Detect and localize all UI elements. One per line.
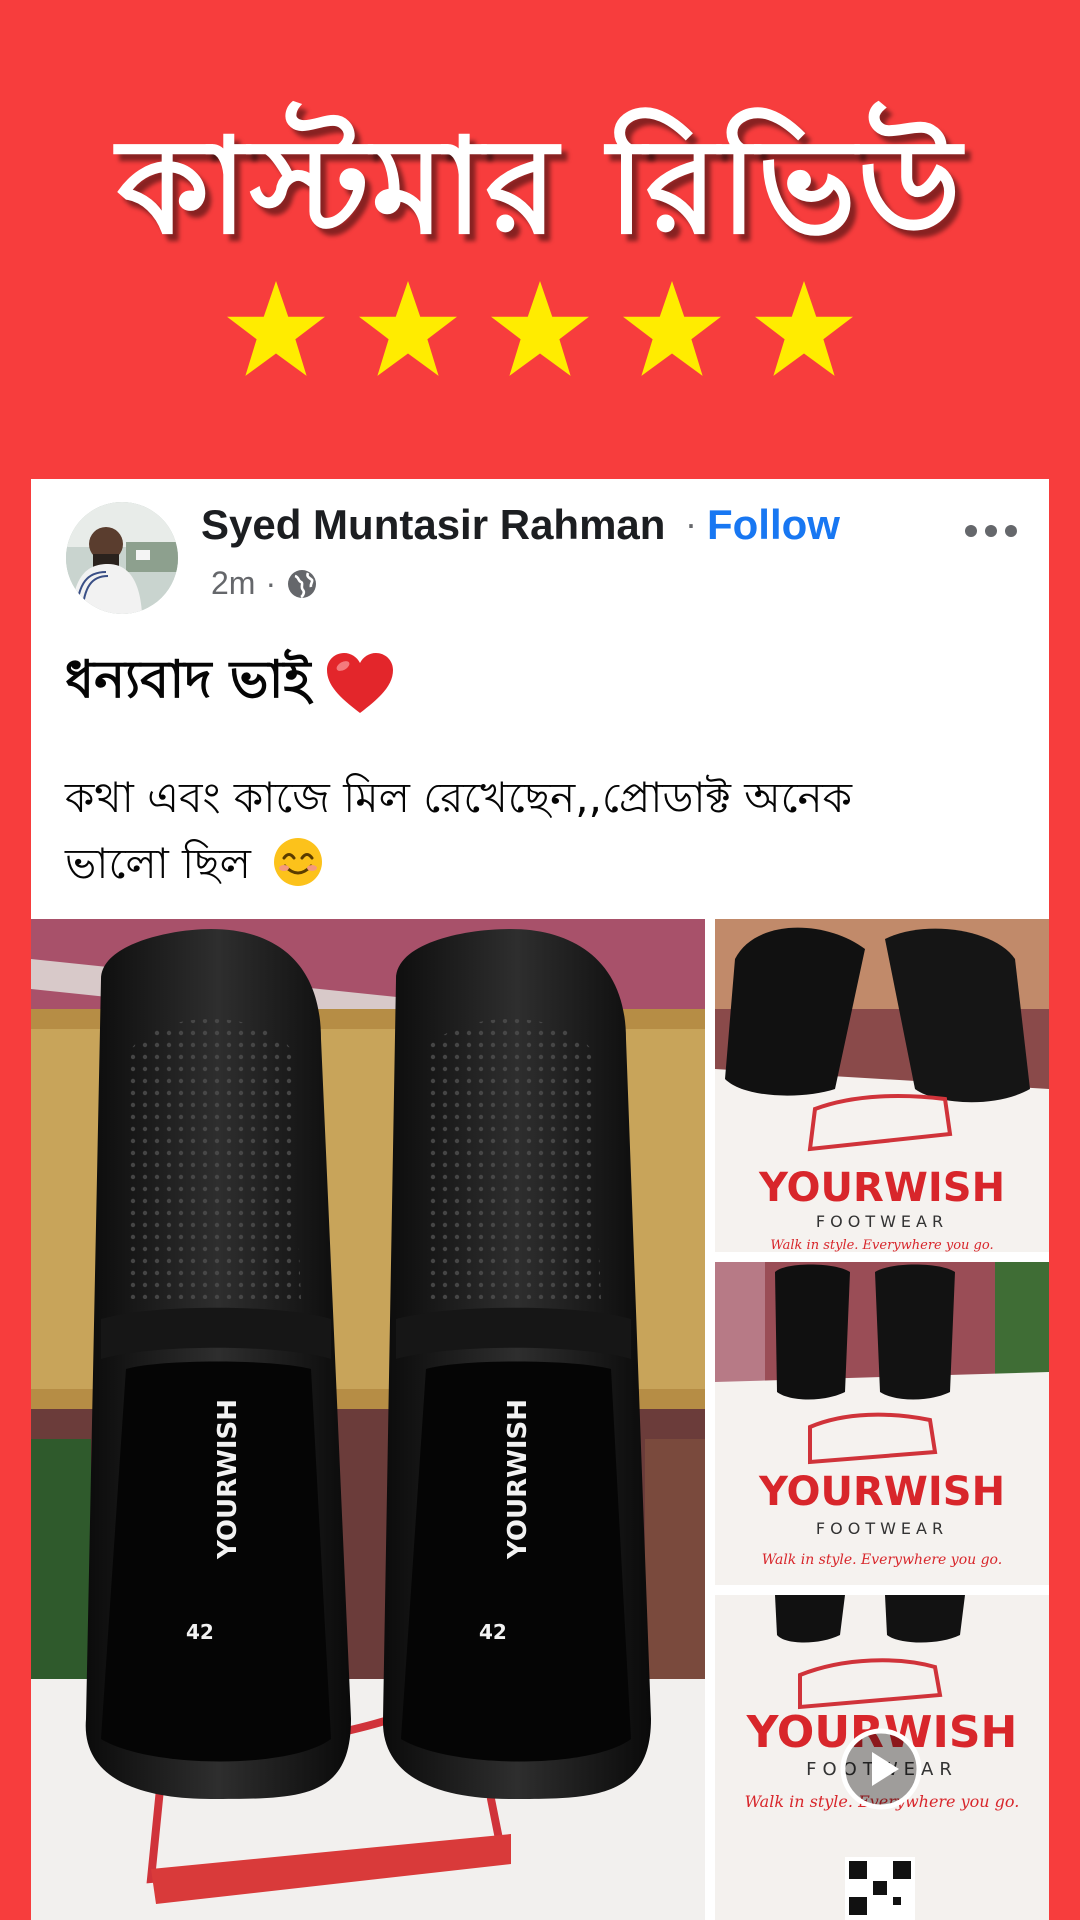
photo-side-1[interactable]: YOURWISH FOOTWEAR Walk in style. Everywh… — [715, 919, 1049, 1252]
post-body-line-1: কথা এবং কাজে মিল রেখেছেন,,প্রোডাক্ট অনেক — [65, 773, 852, 822]
photo-side-3[interactable]: YOURWISH FOOTWEAR Walk in style. Everywh… — [715, 1595, 1049, 1920]
headline-text: ধন্যবাদ ভাই — [65, 650, 311, 710]
post-body: কথা এবং কাজে মিল রেখেছেন,,প্রোডাক্ট অনেক… — [65, 765, 1005, 897]
insole-brand-right: YOURWISH — [503, 1399, 533, 1560]
globe-icon — [288, 569, 317, 598]
star-icon — [359, 281, 457, 376]
post-body-line-2-text: ভালো ছিল — [65, 839, 251, 888]
side2-brand: YOURWISH — [758, 1469, 1005, 1515]
more-options-icon[interactable] — [965, 517, 1025, 545]
follow-button[interactable]: Follow — [707, 501, 840, 549]
name-separator: · — [685, 503, 697, 544]
post-meta: 2m · — [211, 565, 318, 602]
smiling-face-icon — [274, 838, 323, 886]
author-avatar[interactable] — [66, 502, 178, 614]
photo-main[interactable]: YOURWISH 42 YOURWISH 42 — [31, 919, 705, 1920]
play-icon[interactable] — [839, 1727, 923, 1811]
time-separator: · — [265, 565, 277, 601]
star-icon — [755, 281, 853, 376]
post-body-line-2: ভালো ছিল — [65, 831, 1005, 897]
side2-tagline: Walk in style. Everywhere you go. — [762, 1552, 1002, 1568]
side1-brand-sub: FOOTWEAR — [816, 1212, 948, 1231]
insole-size-right: 42 — [479, 1620, 507, 1644]
banner-title: কাস্টমার রিভিউ — [117, 110, 963, 264]
post-time[interactable]: 2m — [211, 565, 255, 602]
insole-brand-left: YOURWISH — [213, 1399, 243, 1560]
star-icon — [623, 281, 721, 376]
photo-gallery: YOURWISH 42 YOURWISH 42 YOURWISH FOOTWEA… — [31, 919, 1049, 1920]
red-heart-icon — [326, 652, 393, 713]
rating-stars — [0, 278, 1080, 408]
insole-size-left: 42 — [186, 1620, 214, 1644]
star-icon — [491, 281, 589, 376]
side1-brand: YOURWISH — [758, 1165, 1005, 1211]
review-post-card: Syed Muntasir Rahman · Follow 2m · ধন্যব… — [31, 479, 1049, 1920]
star-icon — [227, 281, 325, 376]
side1-tagline: Walk in style. Everywhere you go. — [770, 1238, 993, 1252]
author-name[interactable]: Syed Muntasir Rahman — [201, 501, 665, 549]
post-headline: ধন্যবাদ ভাই — [65, 639, 395, 726]
photo-side-2[interactable]: YOURWISH FOOTWEAR Walk in style. Everywh… — [715, 1262, 1049, 1585]
side2-brand-sub: FOOTWEAR — [816, 1519, 948, 1538]
